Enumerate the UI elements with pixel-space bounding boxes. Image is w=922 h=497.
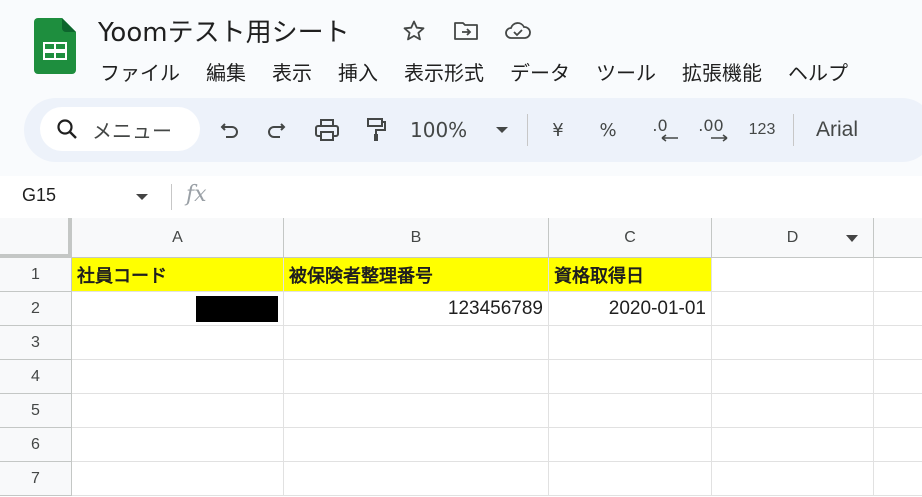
column-menu-chevron-down-icon[interactable] (846, 235, 858, 242)
cell-c3[interactable] (549, 326, 712, 360)
cell-d2[interactable] (712, 292, 874, 326)
column-header-b[interactable]: B (284, 218, 549, 258)
row-header-2[interactable]: 2 (0, 292, 72, 326)
menu-data[interactable]: データ (510, 57, 570, 86)
cell-a1[interactable]: 社員コード (72, 258, 284, 292)
toolbar-divider (527, 114, 528, 146)
cell-b2[interactable]: 123456789 (284, 292, 549, 326)
cell-b6[interactable] (284, 428, 549, 462)
cell-c1[interactable]: 資格取得日 (549, 258, 712, 292)
cell-e3[interactable] (874, 326, 922, 360)
paint-format-icon[interactable] (362, 115, 390, 145)
fx-icon: fx (186, 182, 207, 207)
sheets-logo-icon[interactable] (34, 18, 76, 74)
row-header-3[interactable]: 3 (0, 326, 72, 360)
row-header-5[interactable]: 5 (0, 394, 72, 428)
cell-b7[interactable] (284, 462, 549, 496)
menu-view[interactable]: 表示 (272, 57, 312, 86)
cell-e2[interactable] (874, 292, 922, 326)
cell-b3[interactable] (284, 326, 549, 360)
cell-a3[interactable] (72, 326, 284, 360)
cell-b1[interactable]: 被保険者整理番号 (284, 258, 549, 292)
cell-c2[interactable]: 2020-01-01 (549, 292, 712, 326)
cell-d5[interactable] (712, 394, 874, 428)
arrow-left-icon (661, 134, 678, 142)
cell-c6[interactable] (549, 428, 712, 462)
cell-e7[interactable] (874, 462, 922, 496)
search-icon (57, 119, 77, 139)
cell-d6[interactable] (712, 428, 874, 462)
arrow-right-icon (711, 134, 728, 142)
row-header-1[interactable]: 1 (0, 258, 72, 292)
row-header-4[interactable]: 4 (0, 360, 72, 394)
cell-a5[interactable] (72, 394, 284, 428)
menu-extensions[interactable]: 拡張機能 (682, 57, 762, 86)
cell-d1[interactable] (712, 258, 874, 292)
decrease-decimal-button[interactable]: .0 (640, 115, 680, 145)
menu-search-label: メニュー (92, 118, 172, 143)
row-header-7[interactable]: 7 (0, 462, 72, 496)
document-title[interactable]: Yoomテスト用シート (98, 12, 350, 49)
increase-decimal-label: .00 (698, 116, 724, 135)
cell-b4[interactable] (284, 360, 549, 394)
cell-a7[interactable] (72, 462, 284, 496)
menu-insert[interactable]: 挿入 (338, 57, 378, 86)
cell-a4[interactable] (72, 360, 284, 394)
zoom-chevron-down-icon[interactable] (492, 115, 512, 145)
title-actions (400, 17, 532, 45)
zoom-value: 100% (410, 118, 468, 142)
currency-format-button[interactable]: ¥ (546, 115, 570, 145)
row-header-6[interactable]: 6 (0, 428, 72, 462)
name-box-chevron-down-icon[interactable] (136, 194, 148, 200)
print-icon[interactable] (312, 115, 342, 145)
column-header-a[interactable]: A (72, 218, 284, 258)
percent-format-button[interactable]: % (596, 115, 620, 145)
undo-icon[interactable] (216, 115, 244, 145)
menu-tools[interactable]: ツール (596, 57, 656, 86)
cell-a6[interactable] (72, 428, 284, 462)
redaction-block (196, 295, 278, 322)
menu-bar: ファイル 編集 表示 挿入 表示形式 データ ツール 拡張機能 ヘルプ (100, 57, 874, 86)
cell-c7[interactable] (549, 462, 712, 496)
cell-e1[interactable] (874, 258, 922, 292)
menu-format[interactable]: 表示形式 (404, 57, 484, 86)
cell-d4[interactable] (712, 360, 874, 394)
toolbar: メニュー 100% ¥ % .0 .00 123 Arial (24, 98, 922, 162)
column-header-c[interactable]: C (549, 218, 712, 258)
menu-search[interactable]: メニュー (40, 107, 200, 151)
cell-c4[interactable] (549, 360, 712, 394)
cell-d3[interactable] (712, 326, 874, 360)
cell-e4[interactable] (874, 360, 922, 394)
menu-edit[interactable]: 編集 (206, 57, 246, 86)
select-all-corner[interactable] (0, 218, 72, 258)
increase-decimal-button[interactable]: .00 (690, 115, 732, 145)
formula-bar: G15 fx (0, 176, 922, 218)
move-to-folder-icon[interactable] (452, 17, 480, 45)
cloud-saved-icon[interactable] (504, 17, 532, 45)
font-family-select[interactable]: Arial (816, 115, 896, 145)
cell-b5[interactable] (284, 394, 549, 428)
name-box[interactable]: G15 (22, 185, 56, 206)
column-header-e[interactable] (874, 218, 922, 258)
redo-icon[interactable] (262, 115, 290, 145)
cell-c5[interactable] (549, 394, 712, 428)
toolbar-divider (793, 114, 794, 146)
cell-e6[interactable] (874, 428, 922, 462)
formula-divider (171, 184, 172, 210)
menu-file[interactable]: ファイル (100, 57, 180, 86)
cell-a2[interactable] (72, 292, 284, 326)
number-format-button[interactable]: 123 (742, 115, 782, 145)
decrease-decimal-label: .0 (652, 116, 668, 135)
menu-help[interactable]: ヘルプ (788, 57, 848, 86)
spreadsheet-grid: A B C D 1 2 3 4 5 6 7 社員コード 被保険者整理番号 資格取… (0, 218, 922, 497)
star-icon[interactable] (400, 17, 428, 45)
cell-e5[interactable] (874, 394, 922, 428)
zoom-select[interactable]: 100% (410, 115, 482, 145)
cell-d7[interactable] (712, 462, 874, 496)
